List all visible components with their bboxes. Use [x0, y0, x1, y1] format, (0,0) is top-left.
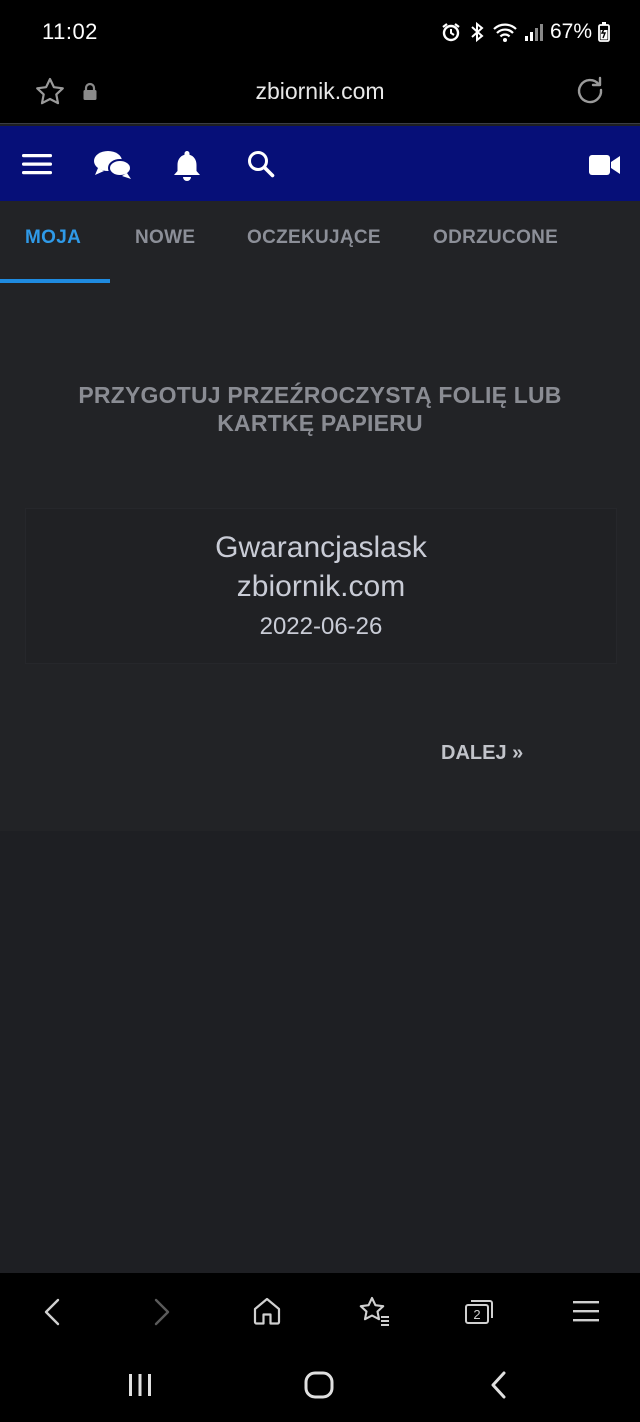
- system-nav-bar: [0, 1349, 640, 1422]
- chat-icon[interactable]: [93, 149, 133, 186]
- card-site: zbiornik.com: [236, 570, 406, 603]
- menu-icon[interactable]: [22, 153, 52, 180]
- back-button-icon[interactable]: [488, 1371, 510, 1404]
- verification-card: Gwarancjaslask zbiornik.com 2022-06-26: [25, 508, 617, 664]
- url-text[interactable]: zbiornik.com: [0, 78, 640, 105]
- bell-icon[interactable]: [172, 148, 202, 187]
- video-camera-icon[interactable]: [589, 154, 621, 181]
- alarm-icon: [440, 21, 462, 43]
- tab-oczekujace[interactable]: OCZEKUJĄCE: [247, 227, 381, 249]
- search-icon[interactable]: [246, 149, 276, 184]
- status-time: 11:02: [42, 19, 98, 44]
- menu-icon[interactable]: [573, 1300, 599, 1327]
- signal-icon: [524, 21, 544, 43]
- reload-icon[interactable]: [574, 74, 606, 111]
- tab-odrzucone[interactable]: ODRZUCONE: [433, 227, 558, 249]
- browser-toolbar: 2: [0, 1273, 640, 1349]
- status-icons: 67%: [440, 20, 610, 44]
- page-empty-area: [0, 831, 640, 1273]
- back-icon[interactable]: [40, 1297, 64, 1332]
- tab-moja[interactable]: MOJA: [25, 227, 81, 249]
- instruction-text: PRZYGOTUJ PRZEŹROCZYSTĄ FOLIĘ LUB KARTKĘ…: [40, 381, 600, 437]
- battery-level: 67%: [549, 20, 592, 43]
- card-date: 2022-06-26: [259, 613, 383, 640]
- site-nav-bar: [0, 126, 640, 201]
- tab-bar: MOJA NOWE OCZEKUJĄCE ODRZUCONE: [0, 201, 640, 283]
- tab-count: 2: [473, 1307, 480, 1322]
- card-username: Gwarancjaslask: [215, 531, 427, 564]
- home-button-icon[interactable]: [304, 1371, 334, 1404]
- instruction-line-2: KARTKĘ PAPIERU: [217, 410, 423, 436]
- wifi-icon: [492, 21, 518, 43]
- tab-nowe[interactable]: NOWE: [135, 227, 195, 249]
- instruction-line-1: PRZYGOTUJ PRZEŹROCZYSTĄ FOLIĘ LUB: [78, 382, 562, 408]
- main-content: PRZYGOTUJ PRZEŹROCZYSTĄ FOLIĘ LUB KARTKĘ…: [0, 283, 640, 831]
- tabs-icon[interactable]: 2: [464, 1296, 496, 1331]
- recent-apps-icon[interactable]: [127, 1373, 153, 1402]
- forward-icon[interactable]: [150, 1297, 174, 1332]
- bookmarks-icon[interactable]: [357, 1295, 391, 1332]
- browser-url-bar: zbiornik.com: [0, 64, 640, 124]
- status-bar: 11:02 67%: [0, 0, 640, 64]
- battery-charging-icon: [598, 21, 610, 43]
- home-icon[interactable]: [252, 1296, 282, 1331]
- bluetooth-icon: [468, 21, 486, 43]
- next-button[interactable]: DALEJ »: [441, 742, 523, 765]
